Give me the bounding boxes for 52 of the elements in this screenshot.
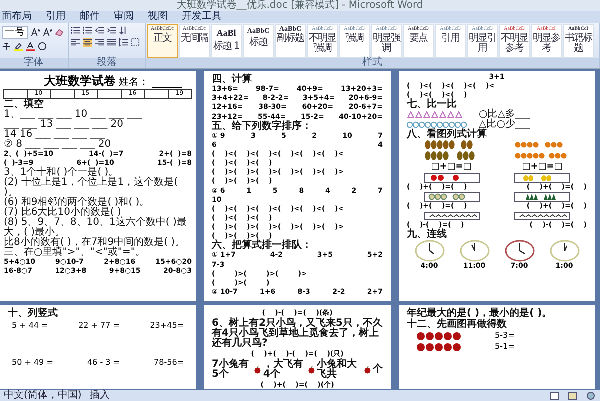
question-text: 三、在○里填">"、"<"或"="。 bbox=[4, 248, 146, 258]
question-text: 小兔和大飞共 bbox=[317, 360, 358, 380]
question-text: ，大飞有4个 bbox=[263, 360, 304, 380]
math-expression: 46 - 3 = bbox=[87, 358, 120, 368]
section-heading: 四、计算 bbox=[212, 75, 253, 85]
math-expression: 5-1= bbox=[495, 342, 515, 352]
question-text: 3、1个十和( )个一是( )。 bbox=[4, 168, 119, 178]
section-heading: 十二、先画图再做得数 bbox=[407, 320, 508, 330]
question-text: 个 bbox=[373, 365, 384, 375]
math-expression: 50 + 49 = bbox=[12, 358, 54, 368]
section-heading: 九、连线 bbox=[407, 230, 448, 240]
group-label: 字体 bbox=[0, 58, 68, 68]
section-heading: 七、比一比 bbox=[407, 100, 458, 110]
math-expression: 5-3= bbox=[495, 331, 515, 341]
question-text: 14 16 ___ ___ ___ ___ bbox=[4, 130, 106, 140]
question-text: (7) 比6大比10小的数是( ) bbox=[4, 208, 122, 218]
ribbon-tab[interactable]: 视图 bbox=[148, 11, 168, 23]
group-label: 样式 bbox=[146, 58, 599, 68]
question-text: 1、___ ___ ___ 10 ___ ___ ___ bbox=[4, 110, 144, 120]
math-expression: □+□=□ bbox=[522, 162, 563, 173]
question-text: (2) 十位上是1，个位上是1，这个数是( )。 bbox=[4, 178, 179, 198]
section-heading: 六、把算式排一排队： bbox=[212, 241, 313, 252]
question-text: 年纪最大的是( )，最小的是( )。 bbox=[407, 309, 554, 319]
ribbon-tab[interactable]: 开发工具 bbox=[182, 11, 222, 23]
math-expression: 78-56= bbox=[154, 358, 184, 368]
question-text: ② 8 ___ ___ ___ ___ 20 bbox=[4, 140, 112, 150]
question-text: ___ ___ 13 ___ ___ ___ 20 bbox=[4, 120, 125, 130]
question-text: 7小兔有5个 bbox=[212, 360, 250, 380]
style-tile[interactable]: AaBl 标题 1 bbox=[211, 24, 242, 58]
question-text: △比○少___ bbox=[479, 120, 530, 130]
section-heading: 八、看图列式计算 bbox=[407, 130, 488, 140]
math-expression: 23+45= bbox=[150, 321, 184, 331]
font-size-field[interactable]: 一号 bbox=[2, 26, 28, 39]
question-text: (6) 和9相邻的两个数是( )和( )。 bbox=[4, 198, 151, 208]
language-status[interactable]: 中文(简体，中国) bbox=[4, 390, 82, 401]
ribbon-tab[interactable]: 邮件 bbox=[80, 11, 100, 23]
question-text: (8) 5、9、7、8、10、1这六个数中( )最大，( )最小。 bbox=[4, 218, 188, 238]
ribbon-tab[interactable]: 面布局 bbox=[2, 11, 32, 23]
name-label: 姓名： bbox=[119, 78, 149, 88]
ribbon-tab[interactable]: 引用 bbox=[46, 11, 66, 23]
insert-mode-status[interactable]: 插入 bbox=[90, 390, 110, 401]
math-expression: 5 + 44 = bbox=[12, 321, 48, 331]
question-text: 6、树上有2只小鸟，又飞来5只，不久有4只小鸟飞到草地上觅食去了，树上还有几只鸟? bbox=[212, 319, 383, 349]
document-title: 大班数学试卷 bbox=[44, 74, 116, 88]
section-heading: 十、列竖式 bbox=[8, 309, 59, 319]
section-heading: 二、填空 bbox=[4, 100, 45, 110]
question-text: 比8小的数有( )，在7和9中间的数是( )。 bbox=[4, 238, 186, 248]
group-label: 段落 bbox=[69, 58, 145, 68]
math-expression: 22 + 77 = bbox=[78, 321, 120, 331]
question-text: ○比△多___ bbox=[479, 110, 530, 120]
ribbon-tab[interactable]: 审阅 bbox=[114, 11, 134, 23]
math-expression: □+□=□ bbox=[431, 162, 472, 173]
